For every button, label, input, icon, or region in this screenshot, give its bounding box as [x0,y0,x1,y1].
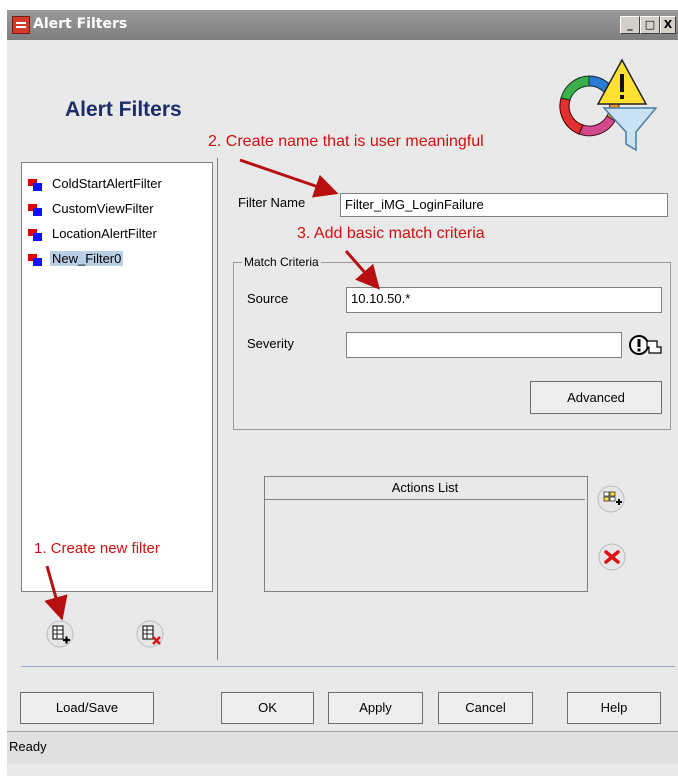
horizontal-divider [21,666,675,667]
annotation-step-1: 1. Create new filter [34,540,160,557]
cancel-button[interactable]: Cancel [438,692,533,724]
filter-name-input[interactable]: Filter_iMG_LoginFailure [340,193,668,217]
filter-icon [28,254,43,266]
severity-input[interactable] [346,332,622,358]
delete-filter-icon[interactable] [135,619,165,649]
add-filter-icon[interactable] [45,619,75,649]
severity-picker-icon[interactable] [627,333,665,359]
advanced-button[interactable]: Advanced [530,381,662,414]
status-text: Ready [9,739,47,754]
apply-button[interactable]: Apply [328,692,423,724]
delete-action-icon[interactable] [597,542,627,572]
filter-icon [28,229,43,241]
actions-list[interactable]: Actions List [264,476,588,592]
filter-icon [28,204,43,216]
app-icon [12,16,30,34]
close-button[interactable]: X [660,16,676,34]
load-save-button[interactable]: Load/Save [20,692,154,724]
window-title: Alert Filters [33,16,128,32]
title-bar[interactable]: Alert Filters _ □ X [7,10,678,40]
actions-list-header: Actions List [265,477,585,500]
alert-filter-logo-icon [559,58,658,152]
page-title: Alert Filters [65,98,182,121]
alert-filters-window: Alert Filters _ □ X Alert Filters ColdSt… [7,10,678,776]
help-button[interactable]: Help [567,692,661,724]
ok-button[interactable]: OK [221,692,314,724]
add-action-icon[interactable] [596,484,626,514]
match-criteria-label: Match Criteria [242,255,321,269]
annotation-step-2: 2. Create name that is user meaningful [208,133,484,150]
vertical-divider [217,158,218,660]
annotation-step-3: 3. Add basic match criteria [297,225,485,242]
severity-label: Severity [247,336,294,351]
filter-list[interactable]: ColdStartAlertFilter CustomViewFilter Lo… [21,162,213,592]
minimize-button[interactable]: _ [620,16,640,34]
source-input[interactable]: 10.10.50.* [346,287,662,313]
filter-icon [28,179,43,191]
status-bar: Ready [7,731,678,764]
filter-name-label: Filter Name [238,195,306,210]
source-label: Source [247,291,289,306]
maximize-button[interactable]: □ [640,16,660,34]
